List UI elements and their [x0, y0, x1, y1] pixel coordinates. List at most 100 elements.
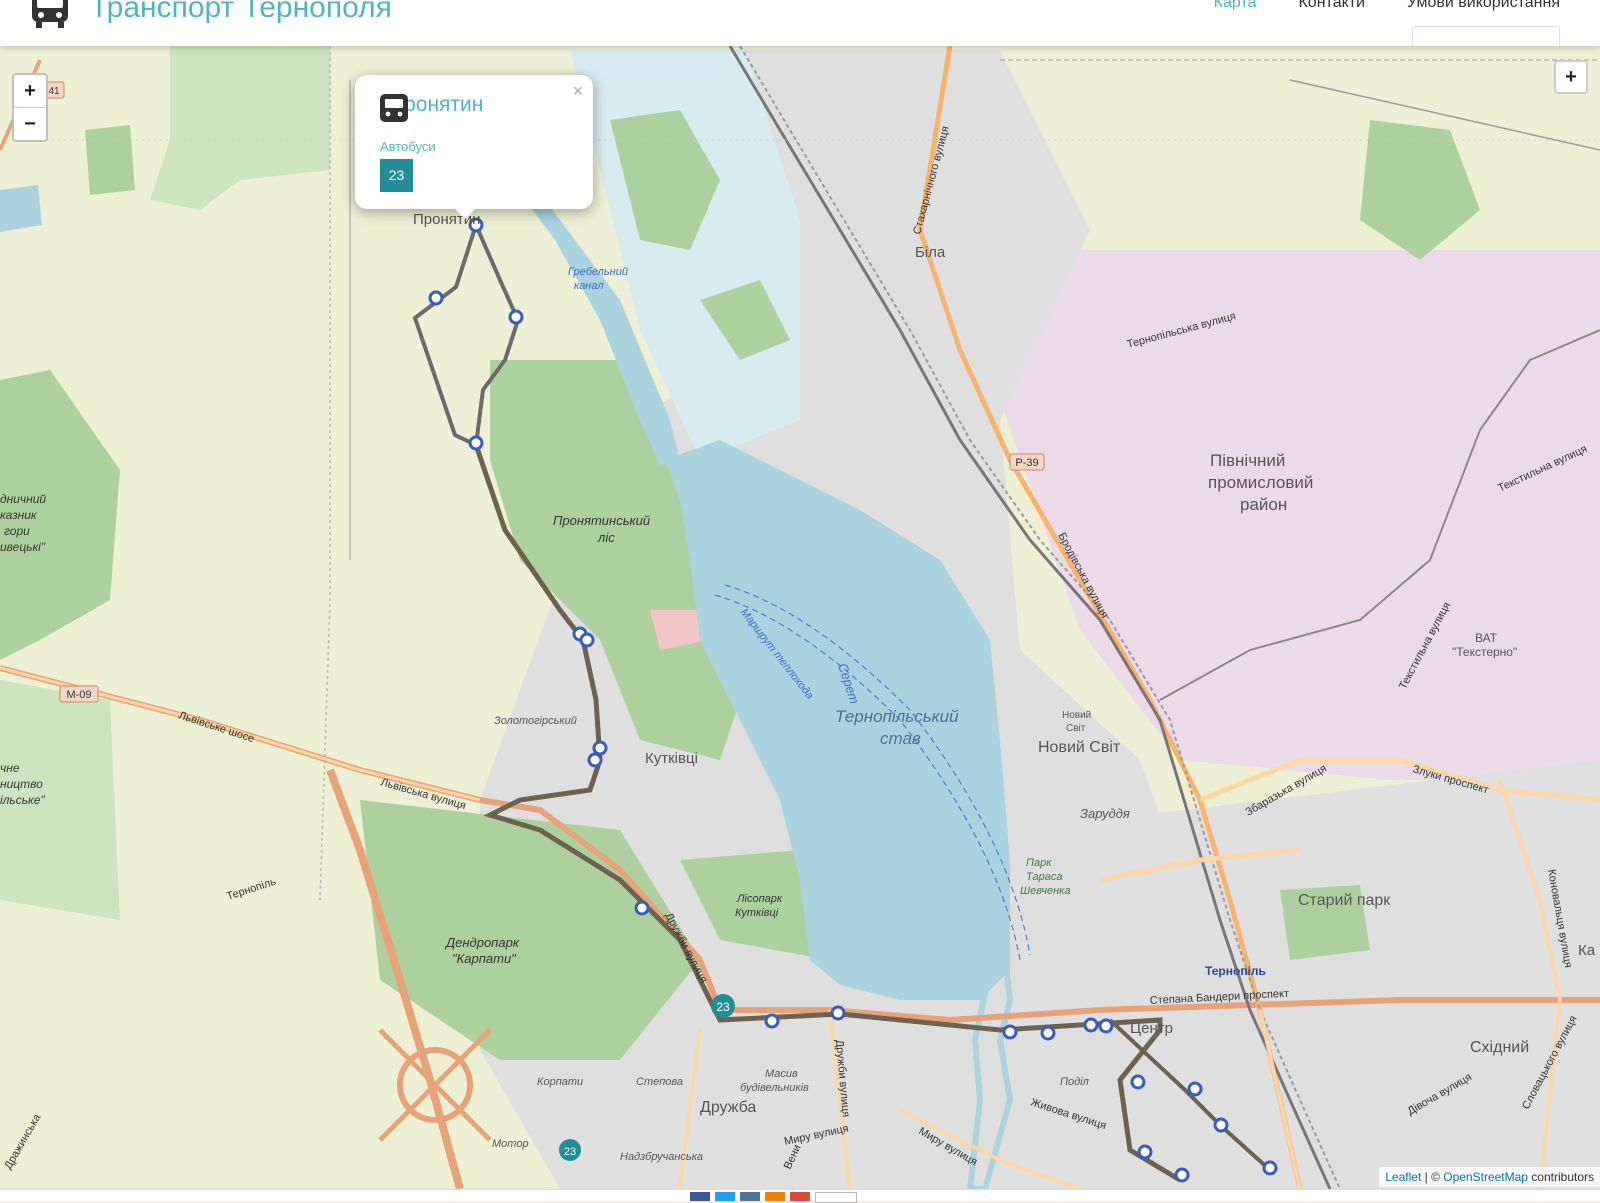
label-stav-2: став	[880, 729, 921, 748]
bus-stop-marker[interactable]	[1083, 1017, 1099, 1033]
bus-stop-marker[interactable]	[1262, 1160, 1278, 1176]
label-masiv-2: будівельників	[740, 1082, 809, 1094]
label-left-3: гори	[4, 524, 30, 538]
label-stav-1: Тернопільський	[835, 707, 959, 726]
label-kutkivtsi: Кутківці	[645, 750, 698, 767]
label-hrebelnyi-2: канал	[574, 280, 604, 292]
nav-map[interactable]: Карта	[1214, 0, 1257, 12]
bus-stop-marker[interactable]	[1174, 1167, 1190, 1183]
label-druzhba: Дружба	[700, 1099, 756, 1116]
label-vat-2: "Текстерно"	[1452, 645, 1517, 659]
bus-stop-marker[interactable]	[579, 632, 595, 648]
zoom-control: + −	[12, 73, 48, 142]
label-park-3: Шевченка	[1020, 885, 1071, 897]
label-korpaty: Корпати	[537, 1076, 583, 1088]
bus-icon	[380, 94, 408, 122]
road-shield-p39: Р-39	[1009, 453, 1045, 471]
osm-link[interactable]: OpenStreetMap	[1443, 1170, 1528, 1184]
shield-p39-label: Р-39	[1015, 457, 1038, 469]
popup-route-badge[interactable]: 23	[380, 159, 413, 192]
label-novyi-svit-small-2: Світ	[1066, 723, 1086, 734]
shield-41-label: 41	[48, 86, 60, 97]
bus-stop-marker[interactable]	[1130, 1074, 1146, 1090]
expand-map-button[interactable]: +	[1554, 60, 1588, 94]
shield-m09-label: М-09	[66, 689, 91, 701]
bus-icon	[32, 0, 68, 28]
label-dendropark-1: Дендропарк	[444, 935, 520, 950]
label-ternopil: Тернопіль	[1205, 964, 1266, 978]
bus-stop-marker[interactable]	[634, 900, 650, 916]
bus-stop-marker[interactable]	[1187, 1081, 1203, 1097]
brand[interactable]: Транспорт Тернополя	[30, 0, 392, 30]
label-dendropark-2: "Карпати"	[452, 951, 517, 966]
road-shield-m09: М-09	[59, 685, 99, 703]
attribution-separator: | ©	[1421, 1170, 1444, 1184]
bus-stop-marker[interactable]	[468, 435, 484, 451]
main-nav: Карта Контакти Умови використання	[1172, 0, 1560, 12]
nav-terms[interactable]: Умови використання	[1407, 0, 1560, 12]
route-badge-marker-2[interactable]: 23	[559, 1139, 581, 1161]
label-motor: Мотор	[492, 1138, 529, 1150]
label-staryi-park: Старий парк	[1298, 892, 1391, 909]
stop-popup: × Пронятин Автобуси 23	[355, 75, 593, 219]
bus-stop-marker[interactable]	[1040, 1025, 1056, 1041]
leaflet-link[interactable]: Leaflet	[1385, 1170, 1421, 1184]
label-left-5: чне	[0, 761, 20, 775]
label-hrebelnyi-1: Гребельний	[568, 266, 628, 278]
route-badge-marker[interactable]: 23	[711, 994, 735, 1018]
footer	[0, 1189, 1600, 1203]
bus-stop-marker[interactable]	[1002, 1024, 1018, 1040]
app-title: Транспорт Тернополя	[90, 0, 392, 24]
label-left-1: дничний	[0, 492, 46, 506]
bus-stop-marker[interactable]	[764, 1013, 780, 1029]
bus-stop-marker[interactable]	[587, 752, 603, 768]
bus-stop-marker[interactable]	[592, 740, 608, 756]
top-navbar: Транспорт Тернополя Карта Контакти Умови…	[0, 0, 1600, 46]
share-counter	[815, 1192, 857, 1203]
label-lisopark-1: Лісопарк	[736, 893, 783, 905]
zoom-out-button[interactable]: −	[14, 108, 46, 140]
map-tiles: 23 23 М-09 41 Р-39 Пронятин Біла Північн…	[0, 46, 1600, 1189]
bus-stop-marker[interactable]	[1137, 1144, 1153, 1160]
attribution-suffix: contributors	[1527, 1170, 1594, 1184]
route-badge-label-2: 23	[564, 1146, 576, 1158]
label-novyi-svit-small-1: Новий	[1062, 710, 1091, 721]
label-park-1: Парк	[1026, 857, 1052, 869]
label-left-2: казник	[0, 508, 38, 522]
label-tsentr: Центр	[1130, 1020, 1173, 1037]
label-zolotogirskyi: Золотогірський	[494, 715, 577, 727]
label-novyi-svit: Новий Світ	[1038, 739, 1121, 756]
nav-search-field[interactable]	[1412, 26, 1560, 46]
bus-stop-marker[interactable]	[1213, 1117, 1229, 1133]
label-park-2: Тараса	[1026, 871, 1062, 883]
share-buttons	[690, 1192, 862, 1203]
label-left-6: ництво	[0, 777, 43, 791]
popup-close-button[interactable]: ×	[572, 81, 583, 102]
label-pronyatynskyi-2: ліс	[597, 530, 615, 545]
label-left-7: ільське"	[0, 793, 45, 807]
map-canvas[interactable]: 23 23 М-09 41 Р-39 Пронятин Біла Північн…	[0, 46, 1600, 1189]
bus-stop-marker[interactable]	[830, 1005, 846, 1021]
label-pronyatynskyi-1: Пронятинський	[553, 513, 650, 528]
nav-contacts[interactable]: Контакти	[1298, 0, 1365, 12]
bus-stop-marker[interactable]	[1098, 1018, 1114, 1034]
popup-transport-type: Автобуси	[380, 139, 436, 154]
label-masiv-1: Масив	[765, 1068, 798, 1080]
route-badge-label: 23	[716, 1000, 730, 1014]
label-raion: район	[1240, 495, 1287, 514]
label-stepova: Степова	[636, 1076, 683, 1088]
label-ka: Ка	[1578, 942, 1596, 959]
label-skhidnyi: Східний	[1470, 1039, 1529, 1056]
popup-title-row: Пронятин	[379, 93, 483, 122]
bus-stop-marker[interactable]	[428, 290, 444, 306]
bus-stop-marker[interactable]	[508, 309, 524, 325]
label-bila: Біла	[915, 244, 946, 261]
label-nadzbruchanska: Надзбручанська	[620, 1151, 703, 1163]
label-pivnichnyi: Північний	[1210, 451, 1285, 470]
label-zarudda: Заруддя	[1080, 806, 1130, 821]
label-promyslovyi: промисловий	[1208, 473, 1313, 492]
zoom-in-button[interactable]: +	[14, 75, 46, 108]
map-attribution: Leaflet | © OpenStreetMap contributors	[1379, 1167, 1600, 1187]
label-podil: Поділ	[1060, 1076, 1089, 1088]
label-left-4: ивецькі"	[0, 540, 46, 554]
